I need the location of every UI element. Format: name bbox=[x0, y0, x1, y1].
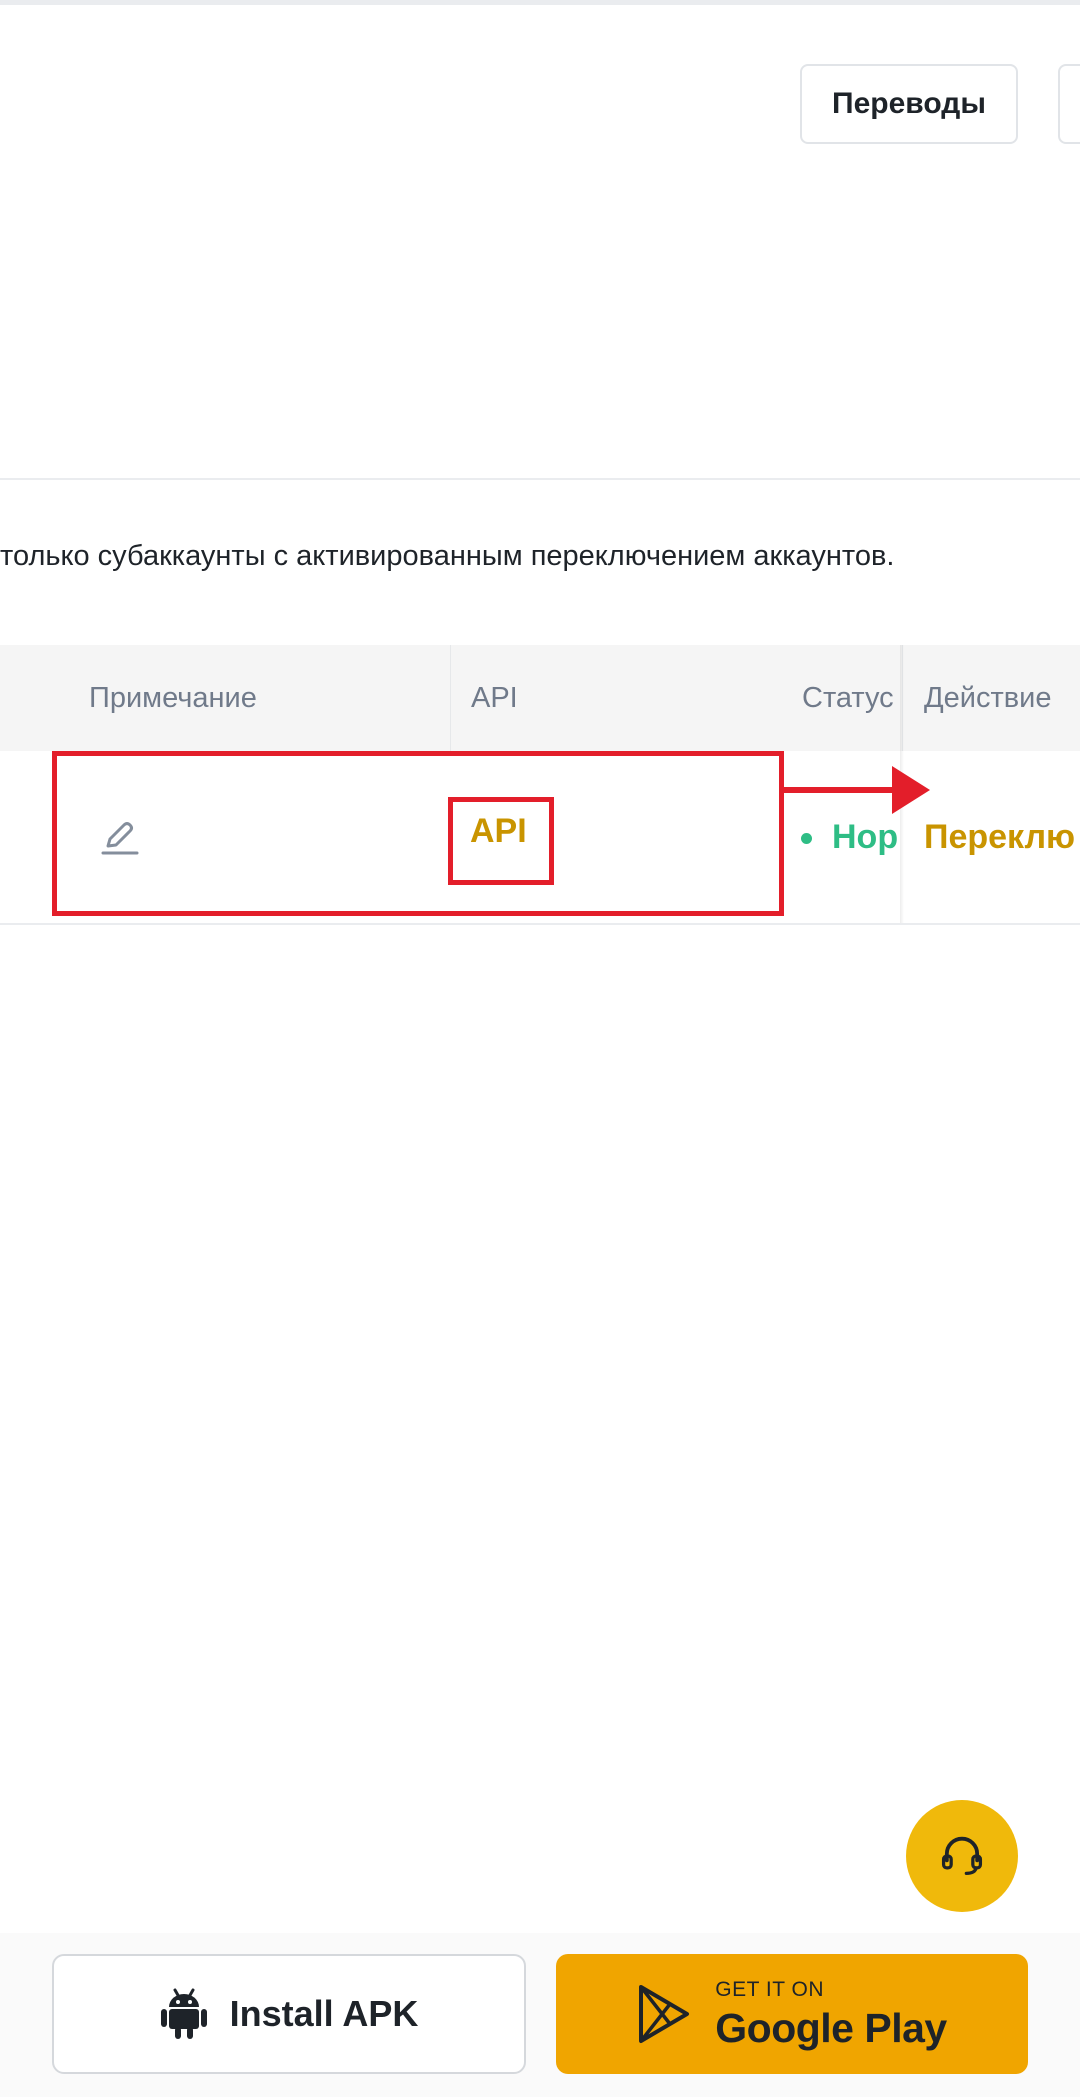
google-play-button[interactable]: GET IT ON Google Play bbox=[556, 1954, 1028, 2074]
transfers-button[interactable]: Переводы bbox=[800, 64, 1018, 144]
google-play-small-label: GET IT ON bbox=[715, 1978, 825, 2001]
highlight-api-box bbox=[448, 797, 554, 885]
subaccount-notice: только субаккаунты с активированным пере… bbox=[0, 540, 895, 572]
highlight-row-box bbox=[52, 751, 784, 916]
install-apk-button[interactable]: Install APK bbox=[52, 1954, 526, 2074]
headset-icon bbox=[941, 1836, 983, 1875]
section-divider bbox=[0, 478, 1080, 480]
install-apk-label: Install APK bbox=[229, 1993, 419, 2034]
table-header: Примечание API Статус Действие bbox=[0, 645, 1080, 751]
column-api-header: API bbox=[471, 681, 518, 714]
annotation-arrow-line bbox=[782, 787, 900, 793]
switch-account-link[interactable]: Переклю bbox=[924, 818, 1080, 857]
status-badge: Нор bbox=[832, 818, 899, 856]
column-status-header: Статус bbox=[802, 681, 894, 714]
android-icon bbox=[160, 1988, 207, 2039]
google-play-label: Google Play bbox=[715, 2005, 947, 2051]
top-divider bbox=[0, 0, 1080, 5]
status-dot bbox=[801, 833, 812, 844]
column-note-header: Примечание bbox=[89, 681, 257, 714]
column-action-header: Действие bbox=[924, 681, 1052, 714]
support-button[interactable] bbox=[906, 1800, 1018, 1912]
google-play-icon bbox=[639, 1985, 690, 2043]
column-separator bbox=[450, 645, 451, 751]
next-header-button[interactable] bbox=[1058, 64, 1080, 144]
annotation-arrow-head bbox=[892, 766, 930, 814]
